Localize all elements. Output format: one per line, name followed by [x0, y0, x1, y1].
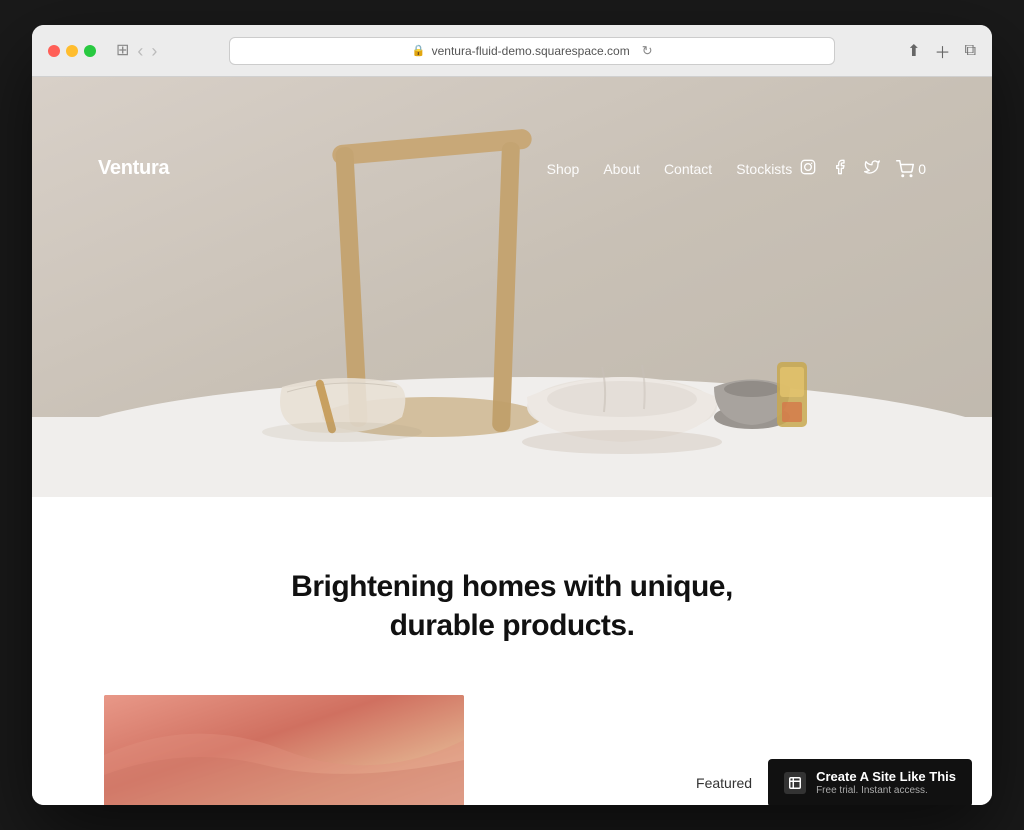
nav-stockists[interactable]: Stockists [736, 161, 792, 177]
browser-chrome: ⊞ ‹ › 🔒 ventura-fluid-demo.squarespace.c… [32, 25, 992, 77]
maximize-button[interactable] [84, 45, 96, 57]
badge-sub-text: Free trial. Instant access. [816, 785, 956, 797]
nav-links: Shop About Contact Stockists [547, 161, 793, 177]
instagram-icon[interactable] [800, 159, 816, 179]
squarespace-badge[interactable]: Create A Site Like This Free trial. Inst… [768, 759, 972, 805]
refresh-icon[interactable]: ↻ [642, 43, 653, 59]
bottom-bar: Featured Create A Site Like This Free tr… [32, 761, 992, 805]
nav-social-icons: 0 [800, 159, 926, 179]
badge-text: Create A Site Like This Free trial. Inst… [816, 769, 956, 797]
content-section: Brightening homes with unique, durable p… [32, 497, 992, 695]
facebook-icon[interactable] [832, 159, 848, 179]
browser-actions: ⬆ ＋ ⧉ [907, 39, 976, 63]
nav-shop[interactable]: Shop [547, 161, 580, 177]
twitter-icon[interactable] [864, 159, 880, 179]
website-content: Ventura Shop About Contact Stockists [32, 77, 992, 805]
site-brand[interactable]: Ventura [98, 157, 169, 180]
forward-button[interactable]: › [151, 42, 157, 60]
nav-contact[interactable]: Contact [664, 161, 712, 177]
back-button[interactable]: ‹ [137, 42, 143, 60]
sidebar-toggle-icon[interactable]: ⊞ [116, 43, 129, 59]
squarespace-icon [784, 772, 806, 794]
traffic-lights [48, 45, 96, 57]
cart-button[interactable]: 0 [896, 160, 926, 178]
tagline-line1: Brightening homes with unique, [291, 570, 733, 603]
lock-icon: 🔒 [412, 44, 426, 57]
featured-label: Featured [696, 775, 752, 791]
browser-window: ⊞ ‹ › 🔒 ventura-fluid-demo.squarespace.c… [32, 25, 992, 805]
url-text: ventura-fluid-demo.squarespace.com [432, 44, 630, 58]
browser-nav-controls: ⊞ ‹ › [116, 42, 157, 60]
tabs-icon[interactable]: ⧉ [965, 42, 976, 60]
tagline: Brightening homes with unique, durable p… [291, 567, 733, 645]
address-bar[interactable]: 🔒 ventura-fluid-demo.squarespace.com ↻ [229, 37, 835, 65]
minimize-button[interactable] [66, 45, 78, 57]
badge-main-text: Create A Site Like This [816, 769, 956, 785]
new-tab-icon[interactable]: ＋ [935, 39, 951, 63]
tagline-line2: durable products. [390, 609, 635, 642]
site-navigation: Ventura Shop About Contact Stockists [62, 129, 962, 208]
share-icon[interactable]: ⬆ [907, 41, 920, 61]
nav-about[interactable]: About [603, 161, 640, 177]
close-button[interactable] [48, 45, 60, 57]
cart-count: 0 [918, 161, 926, 177]
